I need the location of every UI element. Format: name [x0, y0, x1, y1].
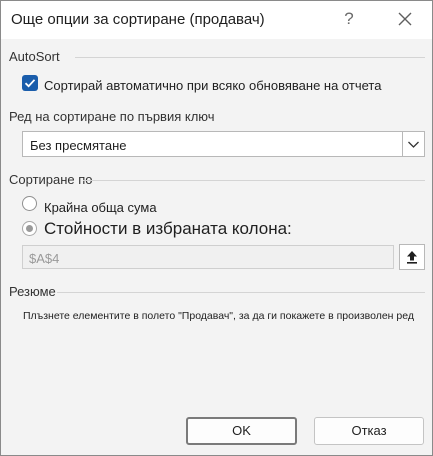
first-key-selected-value: Без пресмятане: [30, 138, 127, 153]
column-reference-value: $A$4: [29, 251, 60, 266]
dialog-title: Още опции за сортиране (продавач): [11, 11, 265, 28]
close-button[interactable]: [393, 7, 417, 31]
close-icon: [398, 12, 412, 26]
help-button[interactable]: ?: [337, 7, 361, 31]
summary-separator: [57, 292, 425, 293]
sort-by-section-label: Сортиране по: [9, 172, 93, 187]
radio-grand-total-label[interactable]: Крайна обща сума: [44, 200, 157, 215]
autosort-checkbox[interactable]: [22, 75, 38, 91]
upload-arrow-icon: [407, 251, 417, 264]
radio-grand-total[interactable]: [22, 196, 37, 211]
autosort-separator: [75, 57, 425, 58]
radio-selected-column-label[interactable]: Стойности в избраната колона:: [44, 219, 292, 239]
sort-by-separator: [83, 180, 425, 181]
chevron-down-icon: [408, 141, 419, 148]
checkmark-icon: [24, 79, 36, 88]
autosort-section-label: AutoSort: [9, 49, 60, 64]
ok-button[interactable]: OK: [186, 417, 297, 445]
title-bar: Още опции за сортиране (продавач) ?: [1, 1, 432, 39]
first-key-sort-order-select[interactable]: Без пресмятане: [22, 131, 425, 157]
collapse-dialog-button[interactable]: [399, 244, 425, 270]
summary-section-label: Резюме: [9, 284, 56, 299]
cancel-button[interactable]: Отказ: [314, 417, 424, 445]
summary-text: Плъзнете елементите в полето "Продавач",…: [23, 310, 414, 322]
sort-options-dialog: Още опции за сортиране (продавач) ? Auto…: [0, 0, 433, 456]
autosort-checkbox-label[interactable]: Сортирай автоматично при всяко обновяван…: [44, 78, 381, 93]
dropdown-button[interactable]: [402, 132, 424, 156]
radio-selected-column[interactable]: [22, 221, 37, 236]
first-key-section-label: Ред на сортиране по първия ключ: [9, 109, 215, 124]
column-reference-input[interactable]: $A$4: [22, 245, 394, 269]
